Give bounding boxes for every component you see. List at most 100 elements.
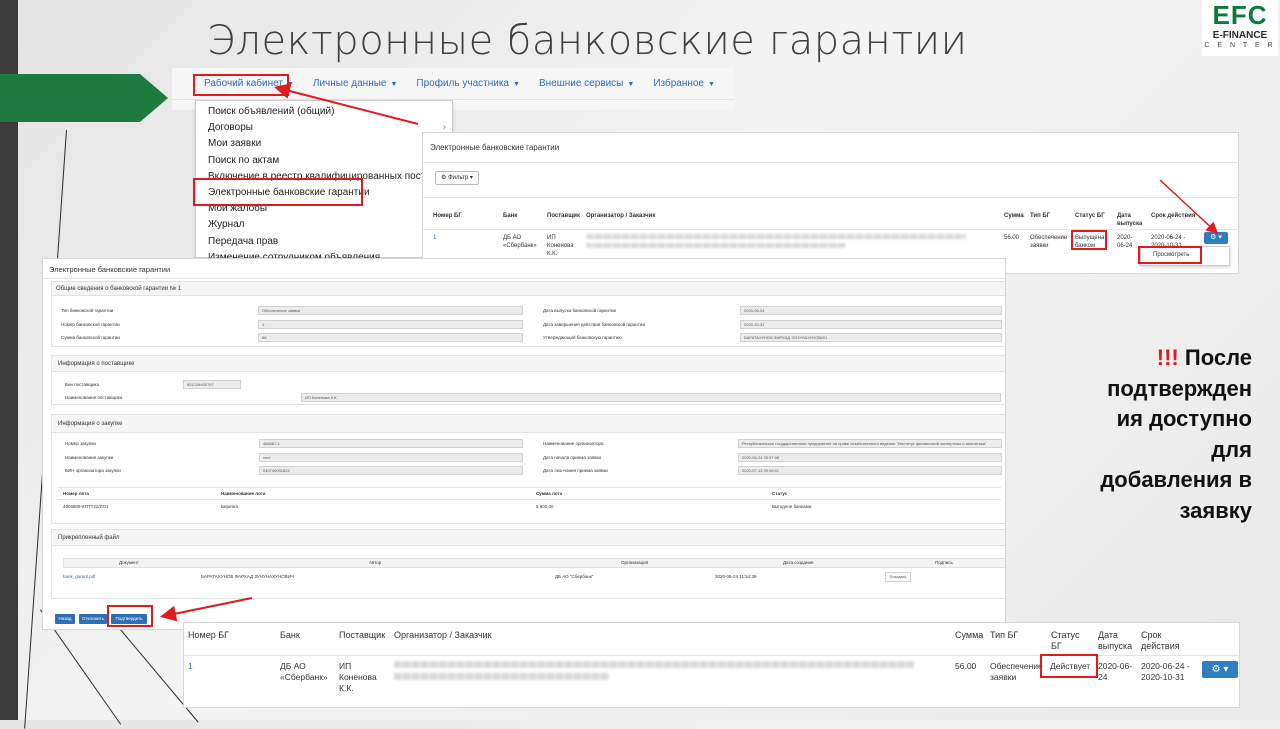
menu-item-journal[interactable]: Журнал <box>196 217 452 233</box>
highlight-view-option <box>1138 246 1202 264</box>
highlight-nav-cabinet <box>193 74 289 96</box>
logo-subtitle: E-FINANCE <box>1212 30 1268 41</box>
field-value: 2020-07-13 09:36:01 <box>738 466 1002 475</box>
row-sum: 56.00 <box>1004 235 1020 241</box>
file-created: 2020-06-24 11:54:39 <box>715 574 757 579</box>
field-value: 2020-10-31 <box>740 320 1002 329</box>
col-header-type: Тип БГ <box>990 630 1019 640</box>
col-header-term: Срок действия <box>1151 213 1196 219</box>
field-label: Дата завершения действия банковской гара… <box>543 322 645 327</box>
col-header-date: Дата выпуска <box>1098 630 1133 651</box>
file-org: ДБ АО "Сбербанк" <box>555 574 594 579</box>
row-number-link[interactable]: 1 <box>433 234 436 242</box>
highlight-confirm-button <box>107 605 153 627</box>
row-bank: ДБ АО «Сбербанк» <box>503 235 537 249</box>
col-header-bank: Банк <box>503 213 518 219</box>
blurred-organizer <box>394 673 609 680</box>
row-type: Обеспечение заявки <box>990 661 1043 682</box>
col-header-status: Статус БГ <box>1075 213 1105 219</box>
field-label: БИН организатора закупки <box>65 468 121 473</box>
field-value: тест <box>259 453 523 462</box>
highlight-status-issued <box>1071 230 1107 250</box>
col-header-sum: Сумма <box>1004 213 1024 219</box>
blurred-organizer <box>394 661 914 668</box>
field-value: БАРАТАХУНОВ ФАРХАД ЗУНУНАХУНОВИЧ <box>740 333 1002 342</box>
caret-down-icon: ▼ <box>390 81 398 88</box>
field-value: 56 <box>258 333 523 342</box>
nav-item-services[interactable]: Внешние сервисы ▼ <box>539 78 634 89</box>
col-header-sum: Сумма <box>955 630 984 640</box>
nav-item-profile[interactable]: Профиль участника ▼ <box>416 78 520 89</box>
row-date: 2020-06-24 <box>1098 661 1133 682</box>
field-label: Дата начала приема заявки <box>543 455 602 460</box>
detail-page-title: Электронные банковские гарантии <box>49 265 171 274</box>
row-supplier: ИП Коненова К.К. <box>339 661 377 693</box>
field-label: Номер банковской гарантии <box>61 322 120 327</box>
col-header-number: Номер БГ <box>433 213 462 219</box>
lot-col-status: Статус <box>772 491 788 496</box>
row-number-link[interactable]: 1 <box>188 661 193 672</box>
nav-item-label: Личные данные <box>312 78 387 89</box>
menu-item-search-ads[interactable]: Поиск объявлений (общий) <box>196 104 452 120</box>
field-label: Дата окончания приема заявки <box>543 468 608 473</box>
highlight-menu-bank-guarantees <box>193 178 363 206</box>
row-type: Обеспечение заявки <box>1030 235 1068 249</box>
field-label: Наименование организатора <box>543 441 604 446</box>
col-header-number: Номер БГ <box>188 630 229 640</box>
field-label: Номер закупки <box>65 441 96 446</box>
guarantee-list-screenshot: Электронные банковские гарантии ⚙ Фильтр… <box>422 132 1239 274</box>
efc-logo: EFC E-FINANCE C E N T E R <box>1202 0 1278 56</box>
field-label: Утверждающий банковскую гарантию <box>543 335 622 340</box>
col-header-date: Дата выпуска <box>1117 213 1143 227</box>
field-label: Бин поставщика <box>65 382 100 387</box>
col-header-bank: Банк <box>280 630 300 640</box>
highlight-status-active <box>1040 654 1098 678</box>
field-value: Обеспечение заявки <box>258 306 523 315</box>
col-header-organizer: Организатор / Заказчик <box>586 213 656 219</box>
lot-status: Выгодное банками <box>772 504 812 509</box>
back-button[interactable]: Назад <box>55 614 75 624</box>
lot-name: Березка <box>221 504 238 509</box>
file-col-org: Организация <box>621 560 649 565</box>
show-signature-button[interactable]: Показать <box>885 572 911 582</box>
menu-item-transfer-rights[interactable]: Передача прав <box>196 234 452 250</box>
field-value: 2020-06-24 <box>740 306 1002 315</box>
menu-item-contracts[interactable]: Договоры › <box>196 120 452 136</box>
filter-button[interactable]: ⚙ Фильтр ▾ <box>435 171 479 185</box>
nav-item-favorites[interactable]: Избранное ▼ <box>653 78 715 89</box>
note-line: ия доступно <box>1116 406 1252 431</box>
slide-title: Электронные банковские гарантии <box>207 18 968 64</box>
reject-button[interactable]: Отклонить <box>79 614 107 624</box>
note-line: для <box>1211 436 1252 462</box>
file-document-link[interactable]: bank_garant.pdf <box>63 574 96 579</box>
field-value: Республиканское государственное предприя… <box>738 439 1002 448</box>
nav-item-label: Внешние сервисы <box>538 78 624 89</box>
field-value: ИП Коненова К.К. <box>301 393 1001 402</box>
lot-sum: 5 600,00 <box>536 504 554 509</box>
row-action-button[interactable]: ⚙ ▾ <box>1202 661 1238 678</box>
row-supplier: ИП Коненова К.К. <box>547 235 574 257</box>
logo-tagline: C E N T E R <box>1204 42 1276 49</box>
field-label: Наименование закупки <box>65 455 114 460</box>
file-author: БАРАТАХУНОВ ФАРХАД ЗУНУНАХУНОВИЧ <box>201 574 294 579</box>
row-bank: ДБ АО «Сбербанк» <box>280 661 328 682</box>
col-header-status: Статус БГ <box>1051 630 1080 651</box>
menu-item-search-acts[interactable]: Поиск по актам <box>196 153 452 169</box>
row-action-button[interactable]: ⚙ ▾ <box>1204 232 1228 244</box>
nav-item-label: Профиль участника <box>416 78 509 89</box>
lot-col-name: Наименование лота <box>221 491 266 496</box>
col-header-supplier: Поставщик <box>547 213 580 219</box>
note-line-text: После <box>1184 345 1252 370</box>
menu-item-my-applications[interactable]: Мои заявки <box>196 136 452 152</box>
field-label: Наименование поставщика <box>65 395 123 400</box>
list-page-title: Электронные банковские гарантии <box>423 133 1238 163</box>
nav-item-personal[interactable]: Личные данные ▼ <box>313 78 398 89</box>
field-label: Дата выпуска банковской гарантии <box>543 308 617 313</box>
supplier-info-heading: Информация о поставщике <box>58 361 135 367</box>
lot-number: 4806809-КПТТ22/ЛО1 <box>63 504 109 509</box>
file-col-author: Автор <box>369 560 382 565</box>
note-line: заявку <box>1179 497 1253 523</box>
blurred-organizer <box>586 234 966 239</box>
col-header-supplier: Поставщик <box>339 630 386 640</box>
note-line: подтвержден <box>1107 375 1252 401</box>
